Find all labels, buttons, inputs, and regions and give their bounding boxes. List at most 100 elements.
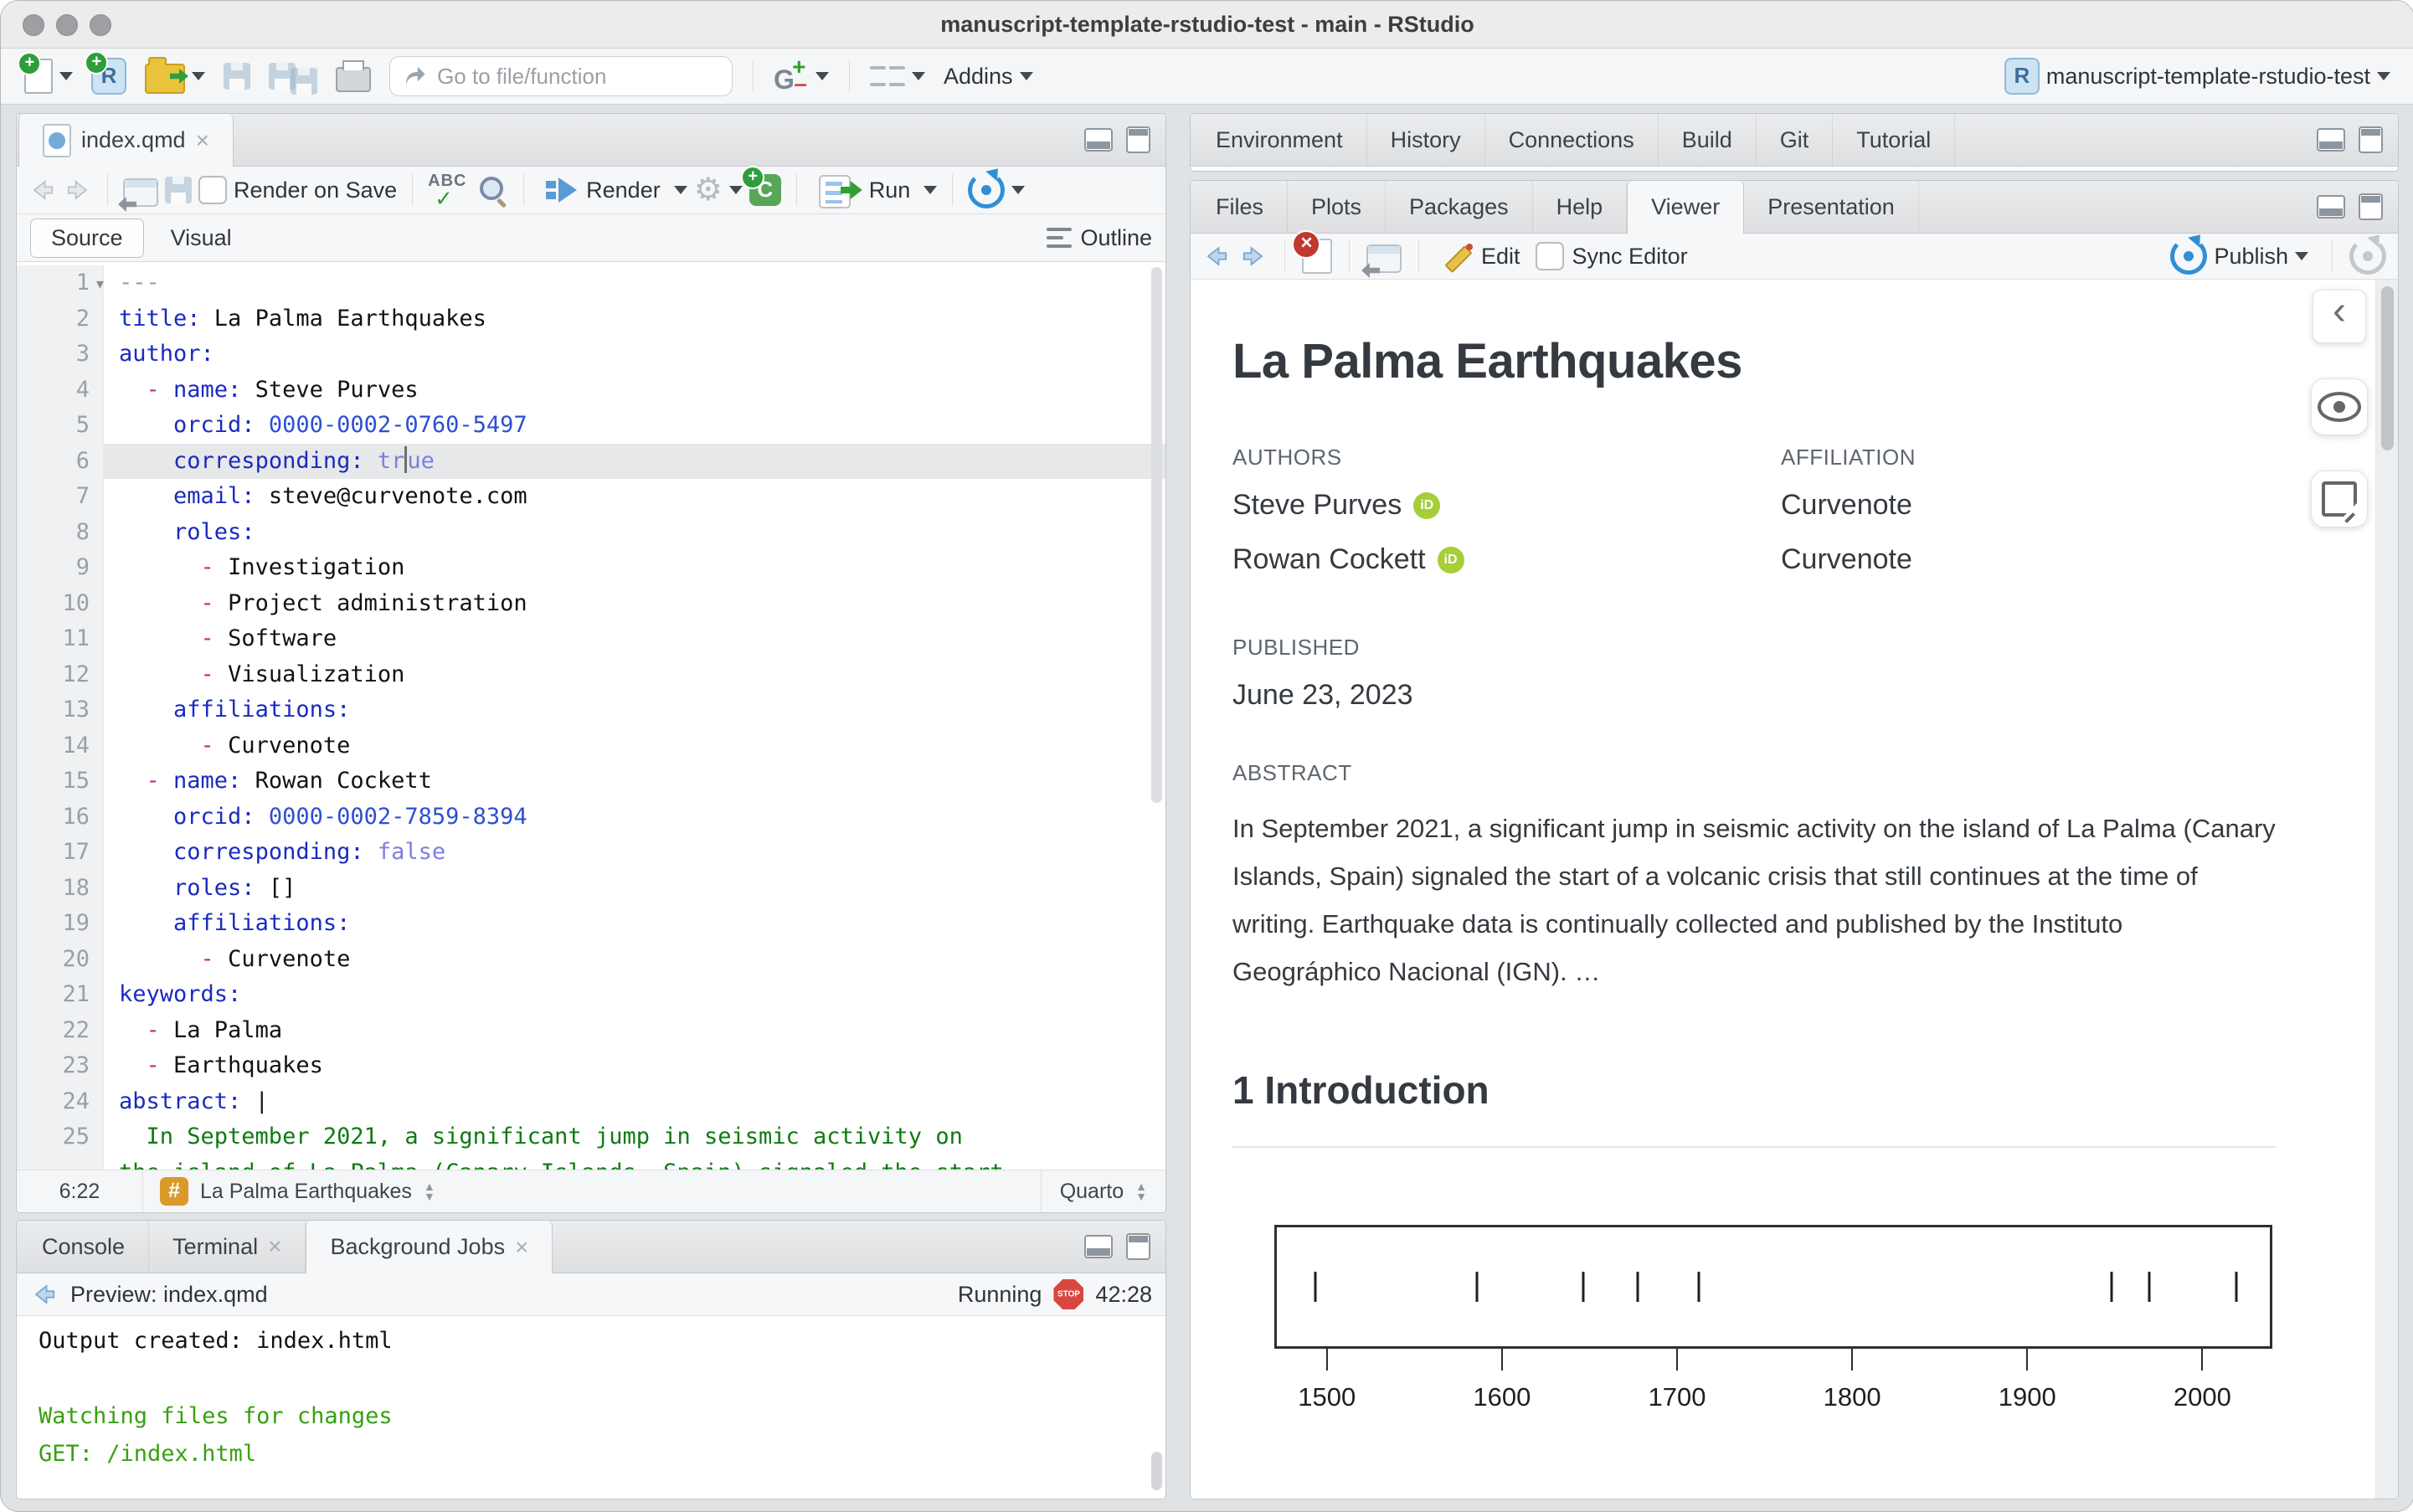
code-line[interactable]: 22 - La Palma (17, 1012, 1165, 1048)
edit-button[interactable]: Edit (1436, 237, 1527, 275)
tab-presentation[interactable]: Presentation (1744, 181, 1919, 233)
goto-input[interactable] (435, 62, 720, 90)
console-output[interactable]: Output created: index.html Watching files… (17, 1316, 1165, 1499)
code-line[interactable]: 25 In September 2021, a significant jump… (17, 1119, 1165, 1155)
viewer-scrollbar-track[interactable] (2375, 280, 2398, 1499)
maximize-pane-icon[interactable] (2359, 126, 2383, 153)
chevron-down-icon[interactable] (728, 186, 743, 194)
orcid-icon[interactable] (1437, 546, 1464, 573)
tab-build[interactable]: Build (1659, 114, 1757, 166)
code-line[interactable]: 12 - Visualization (17, 656, 1165, 692)
minimize-pane-icon[interactable] (2317, 128, 2345, 152)
back-icon[interactable] (30, 1282, 59, 1307)
new-file-button[interactable] (18, 52, 80, 97)
code-line[interactable]: 17 corresponding: false (17, 835, 1165, 871)
new-project-button[interactable] (85, 51, 133, 98)
rendered-document[interactable]: La Palma Earthquakes AUTHORS Steve Purve… (1191, 280, 2376, 1499)
code-line[interactable]: 10 - Project administration (17, 585, 1165, 621)
tab-console[interactable]: Console (18, 1221, 150, 1273)
code-line[interactable]: 11 - Software (17, 621, 1165, 657)
code-line[interactable]: 15 - name: Rowan Cockett (17, 764, 1165, 800)
reader-view-button[interactable] (2311, 378, 2368, 435)
format-selector[interactable]: Quarto (1040, 1170, 1165, 1212)
code-line[interactable]: 13 affiliations: (17, 692, 1165, 728)
code-line[interactable]: 6 corresponding: tr ue (17, 443, 1165, 479)
tab-terminal[interactable]: Terminal (149, 1221, 306, 1273)
code-line[interactable]: 20 - Curvenote (17, 941, 1165, 977)
insert-chunk-icon[interactable] (740, 166, 781, 206)
open-in-new-window-icon[interactable] (1366, 244, 1402, 273)
save-button[interactable] (217, 59, 257, 93)
code-line[interactable]: 3 author: (17, 337, 1165, 373)
tab-files[interactable]: Files (1192, 181, 1289, 233)
stop-icon[interactable] (1053, 1279, 1084, 1309)
console-scrollbar[interactable] (1151, 1452, 1162, 1490)
viewer-scrollbar-thumb[interactable] (2381, 286, 2394, 450)
code-line[interactable]: 5 orcid: 0000-0002-0760-5497 (17, 408, 1165, 444)
clear-viewer-icon[interactable] (1292, 230, 1332, 274)
outline-button[interactable]: Outline (1047, 225, 1152, 251)
code-line[interactable]: 7 email: steve@curvenote.com (17, 479, 1165, 515)
print-button[interactable] (329, 57, 378, 95)
code-line[interactable]: 1 --- (17, 265, 1165, 301)
code-line[interactable]: 21 keywords: (17, 977, 1165, 1013)
tab-background-jobs[interactable]: Background Jobs (306, 1221, 553, 1273)
refresh-icon[interactable] (2349, 238, 2386, 275)
tab-connections[interactable]: Connections (1485, 114, 1659, 166)
minimize-pane-icon[interactable] (1084, 128, 1113, 152)
tab-tutorial[interactable]: Tutorial (1833, 114, 1956, 166)
tab-git[interactable]: Git (1757, 114, 1834, 166)
gear-icon[interactable] (694, 174, 723, 206)
section-selector[interactable]: La Palma Earthquakes (143, 1177, 1041, 1206)
orcid-icon[interactable] (1413, 491, 1441, 519)
rerun-icon[interactable] (968, 172, 1006, 208)
code-line[interactable]: 24 abstract: | (17, 1083, 1165, 1119)
code-line[interactable]: 18 roles: [] (17, 870, 1165, 906)
close-icon[interactable] (515, 1236, 528, 1259)
publish-button[interactable]: Publish (2163, 234, 2315, 278)
project-menu-button[interactable]: manuscript-template-rstudio-test (1998, 54, 2397, 98)
annotate-button[interactable] (2311, 471, 2368, 527)
minimize-window-button[interactable] (56, 14, 78, 36)
open-in-new-window-icon[interactable] (123, 178, 158, 207)
code-line[interactable]: 16 orcid: 0000-0002-7859-8394 (17, 799, 1165, 835)
chevron-down-icon[interactable] (673, 186, 687, 194)
code-line[interactable]: 8 roles: (17, 514, 1165, 550)
workspace-panes-button[interactable] (863, 58, 932, 95)
render-button[interactable]: Render (539, 174, 667, 207)
spellcheck-icon[interactable] (428, 172, 471, 212)
maximize-pane-icon[interactable] (1126, 126, 1150, 153)
editor-scrollbar[interactable] (1151, 267, 1162, 803)
zoom-window-button[interactable] (90, 14, 111, 36)
close-icon[interactable] (268, 1235, 281, 1258)
code-line[interactable]: 23 - Earthquakes (17, 1048, 1165, 1084)
code-line[interactable]: 19 affiliations: (17, 906, 1165, 942)
collapse-panel-button[interactable] (2313, 290, 2366, 343)
visual-mode-button[interactable]: Visual (151, 219, 252, 257)
save-icon[interactable] (165, 177, 192, 203)
code-editor[interactable]: 1 --- 2 title: La Palma Earthquakes 3 author:… (17, 262, 1165, 1170)
code-line[interactable]: the island of La Palma (Canary Islands, … (17, 1155, 1165, 1170)
code-line[interactable]: 4 - name: Steve Purves (17, 372, 1165, 408)
maximize-pane-icon[interactable] (1126, 1233, 1150, 1260)
back-icon[interactable] (28, 177, 57, 203)
run-button[interactable]: Run (812, 172, 918, 208)
close-window-button[interactable] (23, 14, 44, 36)
tab-history[interactable]: History (1367, 114, 1485, 166)
back-icon[interactable] (1202, 244, 1231, 269)
code-line[interactable]: 14 - Curvenote (17, 728, 1165, 764)
tab-plots[interactable]: Plots (1288, 181, 1387, 233)
forward-icon[interactable] (64, 177, 92, 203)
sync-editor-checkbox[interactable] (1535, 242, 1564, 270)
render-on-save-checkbox[interactable] (198, 176, 227, 204)
tab-viewer[interactable]: Viewer (1627, 181, 1745, 234)
version-control-button[interactable] (767, 54, 836, 99)
forward-icon[interactable] (1239, 244, 1268, 269)
minimize-pane-icon[interactable] (2317, 195, 2345, 219)
tab-packages[interactable]: Packages (1386, 181, 1533, 233)
chevron-down-icon[interactable] (1011, 186, 1026, 194)
chevron-down-icon[interactable] (924, 186, 938, 194)
tab-help[interactable]: Help (1533, 181, 1628, 233)
code-line[interactable]: 9 - Investigation (17, 550, 1165, 586)
addins-button[interactable]: Addins (937, 60, 1040, 93)
